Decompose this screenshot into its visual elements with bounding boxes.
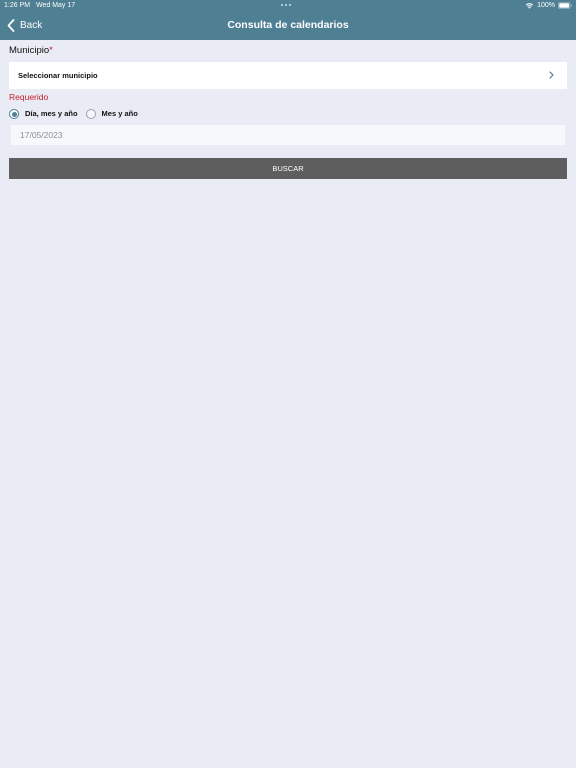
radio-button-selected[interactable] [9,109,19,119]
app-header: 1:26 PM Wed May 17 100% Back Consulta de… [0,0,576,40]
status-bar: 1:26 PM Wed May 17 100% [0,0,576,11]
radio-mes-ano[interactable]: Mes y año [85,108,138,120]
date-mode-radio-group: Día, mes y año Mes y año [9,108,138,120]
status-indicators: 100% [525,0,572,11]
search-button[interactable]: BUSCAR [9,158,567,179]
municipio-select-placeholder: Seleccionar municipio [18,71,98,80]
chevron-right-icon [549,71,554,79]
required-error-message: Requerido [9,92,49,102]
radio-button-unselected[interactable] [85,109,96,119]
page-title: Consulta de calendarios [227,19,349,31]
multitasking-dots-icon[interactable] [281,4,295,7]
municipio-select[interactable]: Seleccionar municipio [9,62,567,89]
municipio-label-text: Municipio [9,45,50,56]
status-date: Wed May 17 [36,2,76,9]
required-asterisk: * [49,45,53,56]
wifi-icon [525,3,534,9]
status-time: 1:26 PM [4,2,31,9]
battery-percentage: 100% [537,2,555,9]
radio-label: Mes y año [101,109,138,118]
battery-icon [558,2,572,9]
radio-dia-mes-ano[interactable]: Día, mes y año [9,108,78,120]
municipio-label: Municipio* [9,44,53,57]
date-input[interactable] [11,125,565,145]
radio-label: Día, mes y año [25,109,78,118]
